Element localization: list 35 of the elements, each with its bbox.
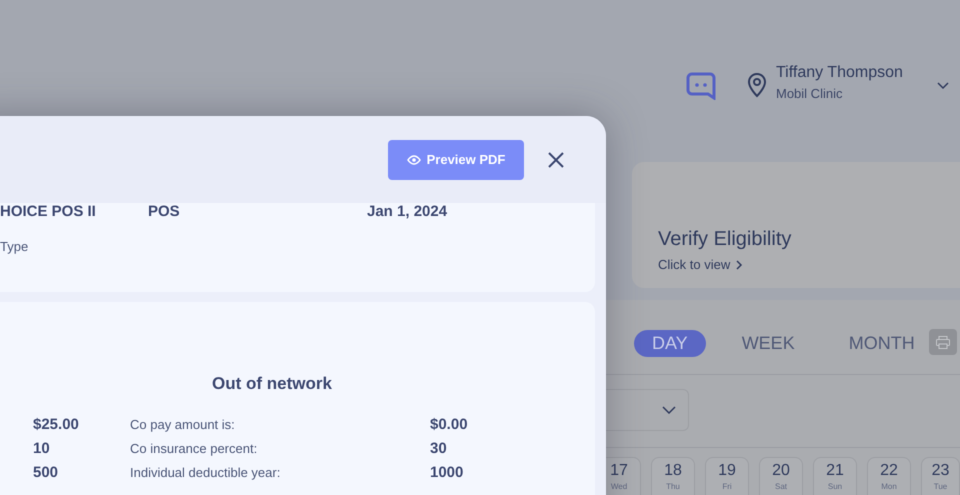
- benefit-value: 10: [33, 440, 51, 456]
- view-link[interactable]: Click to view: [658, 257, 744, 272]
- date-chip[interactable]: 21 Sun: [813, 457, 857, 495]
- plan-value: POS: [148, 203, 181, 221]
- benefit-value: $25.00: [33, 416, 80, 432]
- eligibility-card[interactable]: Verify Eligibility Click to view: [632, 162, 960, 288]
- date-chip[interactable]: 23 Tue: [921, 457, 960, 495]
- benefit-value: 30: [430, 440, 448, 456]
- view-tab[interactable]: MONTH: [830, 330, 933, 357]
- benefit-value: 500: [33, 464, 60, 480]
- plan-caption: Type: [0, 239, 30, 254]
- preview-pdf-button[interactable]: Preview PDF: [388, 140, 524, 180]
- benefit-label: Co pay amount is:: [130, 416, 236, 432]
- plan-value: Jan 1, 2024: [367, 203, 448, 221]
- chevron-down-icon[interactable]: [936, 82, 949, 90]
- user-name: Tiffany Thompson: [776, 64, 903, 82]
- benefit-value: 1000: [430, 464, 464, 480]
- view-tab[interactable]: WEEK: [724, 330, 813, 357]
- date-chip[interactable]: 18 Thu: [651, 457, 695, 495]
- plan-value: HOICE POS II: [0, 203, 97, 221]
- eye-icon: [406, 154, 421, 164]
- chevron-down-icon: [662, 406, 676, 414]
- card-title: Verify Eligibility: [658, 228, 792, 251]
- date-chip[interactable]: 20 Sat: [759, 457, 803, 495]
- printer-icon: [936, 336, 950, 348]
- location-pin-icon: [746, 72, 768, 98]
- benefit-label: Individual deductible year:: [130, 464, 282, 480]
- clinic-name: Mobil Clinic: [776, 86, 844, 101]
- date-chip[interactable]: 22 Mon: [867, 457, 911, 495]
- view-tab[interactable]: DAY: [634, 330, 706, 357]
- date-chip[interactable]: 19 Fri: [705, 457, 749, 495]
- benefit-label: Co insurance percent:: [130, 440, 258, 456]
- section-title: Out of network: [211, 374, 333, 394]
- chevron-right-icon: [736, 260, 744, 270]
- benefit-value: $0.00: [430, 416, 469, 432]
